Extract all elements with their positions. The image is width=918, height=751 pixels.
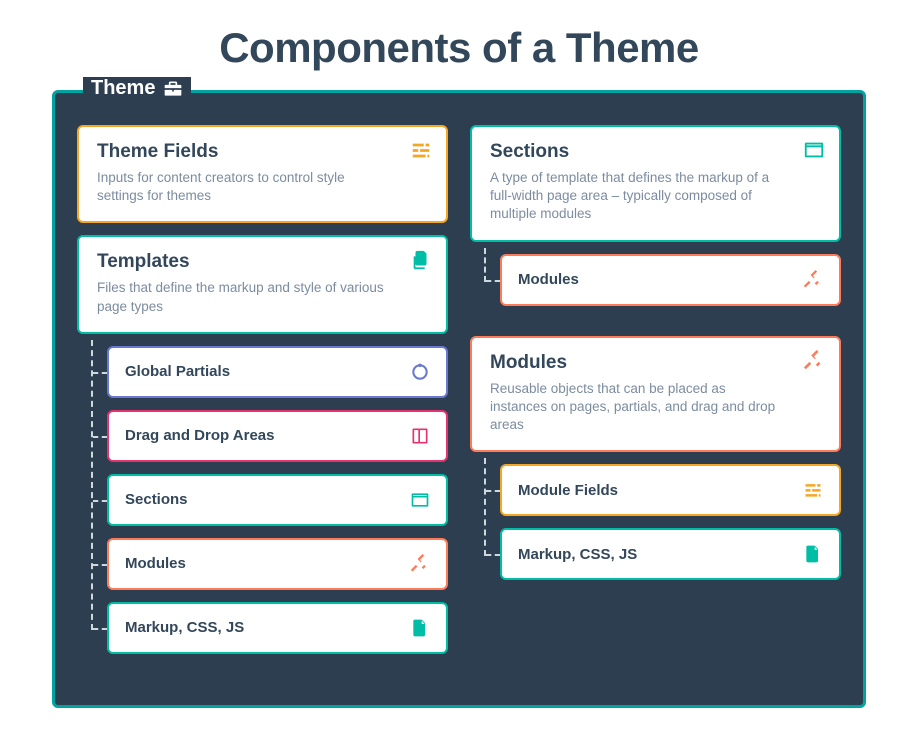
- theme-fields-card: Theme Fields Inputs for content creators…: [77, 125, 448, 223]
- theme-legend-label: Theme: [91, 77, 155, 100]
- child-drag-drop: Drag and Drop Areas: [107, 410, 448, 462]
- tools-icon: [803, 270, 823, 290]
- child-label: Drag and Drop Areas: [125, 427, 274, 444]
- child-sections: Sections: [107, 474, 448, 526]
- templates-title: Templates: [97, 251, 428, 273]
- child-module-fields: Module Fields: [500, 464, 841, 516]
- file-icon: [410, 618, 430, 638]
- theme-panel: Theme Theme Fields Inputs for content cr…: [52, 90, 866, 708]
- tools-icon: [410, 554, 430, 574]
- child-label: Modules: [518, 271, 579, 288]
- file-icon: [803, 544, 823, 564]
- child-label: Modules: [125, 555, 186, 572]
- sections-children: Modules: [470, 254, 841, 306]
- theme-legend: Theme: [83, 77, 191, 100]
- child-markup: Markup, CSS, JS: [107, 602, 448, 654]
- circle-icon: [410, 362, 430, 382]
- templates-children: Global Partials Drag and Drop Areas Sect…: [77, 346, 448, 654]
- templates-desc: Files that define the markup and style o…: [97, 279, 428, 315]
- child-modules: Modules: [107, 538, 448, 590]
- sliders-icon: [410, 139, 432, 161]
- right-column: Sections A type of template that defines…: [470, 125, 841, 681]
- child-global-partials: Global Partials: [107, 346, 448, 398]
- tools-icon: [803, 350, 825, 372]
- sections-card: Sections A type of template that defines…: [470, 125, 841, 242]
- files-icon: [410, 249, 432, 271]
- layout-icon: [410, 426, 430, 446]
- window-icon: [410, 490, 430, 510]
- briefcase-icon: [163, 79, 183, 99]
- theme-fields-title: Theme Fields: [97, 141, 428, 163]
- modules-title: Modules: [490, 352, 821, 374]
- window-icon: [803, 139, 825, 161]
- sections-desc: A type of template that defines the mark…: [490, 169, 821, 224]
- child-modules-under-sections: Modules: [500, 254, 841, 306]
- child-label: Markup, CSS, JS: [125, 619, 244, 636]
- sliders-icon: [803, 480, 823, 500]
- theme-fields-desc: Inputs for content creators to control s…: [97, 169, 428, 205]
- sections-title: Sections: [490, 141, 821, 163]
- modules-card: Modules Reusable objects that can be pla…: [470, 336, 841, 453]
- child-label: Module Fields: [518, 482, 618, 499]
- modules-children: Module Fields Markup, CSS, JS: [470, 464, 841, 580]
- left-column: Theme Fields Inputs for content creators…: [77, 125, 448, 681]
- templates-card: Templates Files that define the markup a…: [77, 235, 448, 333]
- child-label: Sections: [125, 491, 188, 508]
- child-label: Global Partials: [125, 363, 230, 380]
- modules-desc: Reusable objects that can be placed as i…: [490, 380, 821, 435]
- child-markup-under-modules: Markup, CSS, JS: [500, 528, 841, 580]
- child-label: Markup, CSS, JS: [518, 546, 637, 563]
